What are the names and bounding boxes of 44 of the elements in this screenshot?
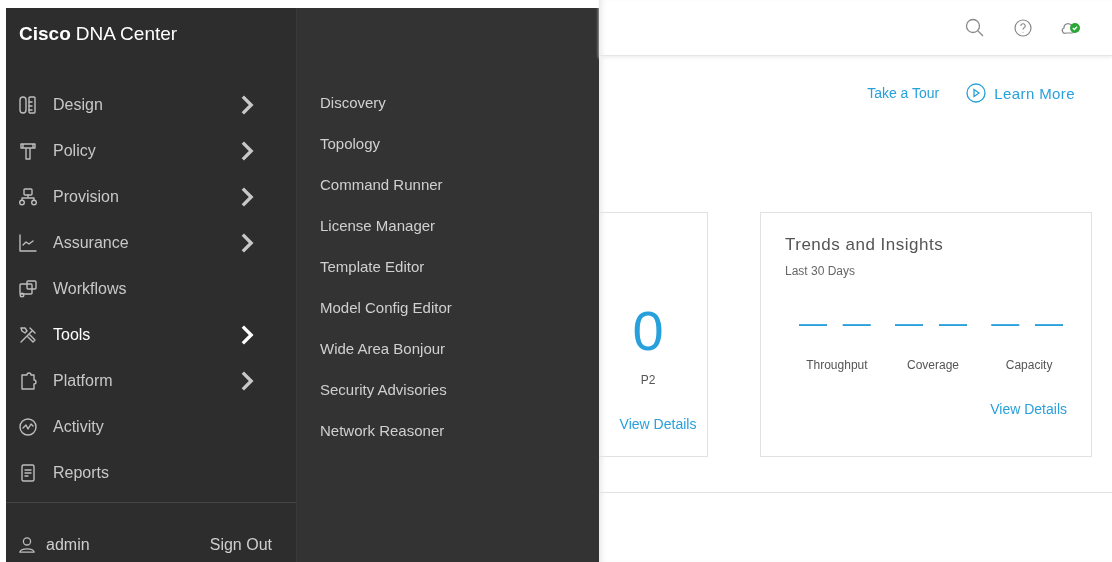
search-icon[interactable]: [964, 16, 986, 39]
metric-label: Throughput: [806, 358, 868, 372]
submenu-item[interactable]: Discovery: [320, 82, 386, 123]
count-value: 0: [632, 303, 664, 359]
nav-item[interactable]: Design: [6, 82, 296, 128]
provision-icon: [18, 187, 38, 207]
nav-item[interactable]: Assurance: [6, 220, 296, 266]
metric-value: — —: [991, 308, 1067, 338]
platform-icon: [18, 371, 38, 391]
card-title: Trends and Insights: [785, 235, 945, 255]
submenu-item[interactable]: Model Config Editor: [320, 287, 452, 328]
nav-item[interactable]: Tools: [6, 312, 296, 358]
workflows-icon: [18, 279, 38, 299]
submenu-item[interactable]: Topology: [320, 123, 381, 164]
submenu-item[interactable]: Command Runner: [320, 164, 443, 205]
nav-item[interactable]: Platform: [6, 358, 296, 404]
metric-label: Capacity: [1005, 358, 1053, 372]
app-title: Cisco DNA Center: [18, 22, 179, 46]
submenu-item[interactable]: License Manager: [320, 205, 436, 246]
user-name: admin: [46, 536, 90, 554]
metric-value: — —: [895, 308, 971, 338]
nav-item[interactable]: Reports: [6, 450, 296, 496]
policy-icon: [18, 141, 38, 161]
nav-item[interactable]: Policy: [6, 128, 296, 174]
help-icon[interactable]: [1012, 16, 1034, 39]
reports-icon: [18, 463, 38, 483]
submenu-item[interactable]: Security Advisories: [320, 369, 447, 410]
count-label: P2: [640, 373, 656, 387]
play-circle-icon: [965, 82, 988, 104]
metric-value: — —: [799, 308, 875, 338]
assurance-icon: [18, 233, 38, 253]
nav-item[interactable]: Provision: [6, 174, 296, 220]
card-subtitle: Last 30 Days: [785, 264, 857, 278]
tools-icon: [18, 325, 38, 345]
submenu-item[interactable]: Network Reasoner: [320, 410, 445, 451]
activity-icon: [18, 417, 38, 437]
user-icon: [18, 536, 36, 554]
nav-item[interactable]: Activity: [6, 404, 296, 450]
nav-item[interactable]: Workflows: [6, 266, 296, 312]
submenu-item[interactable]: Template Editor: [320, 246, 425, 287]
submenu-item[interactable]: Wide Area Bonjour: [320, 328, 446, 369]
sign-out-link[interactable]: Sign Out: [209, 536, 272, 554]
design-icon: [18, 95, 38, 115]
metric-label: Coverage: [907, 358, 959, 372]
